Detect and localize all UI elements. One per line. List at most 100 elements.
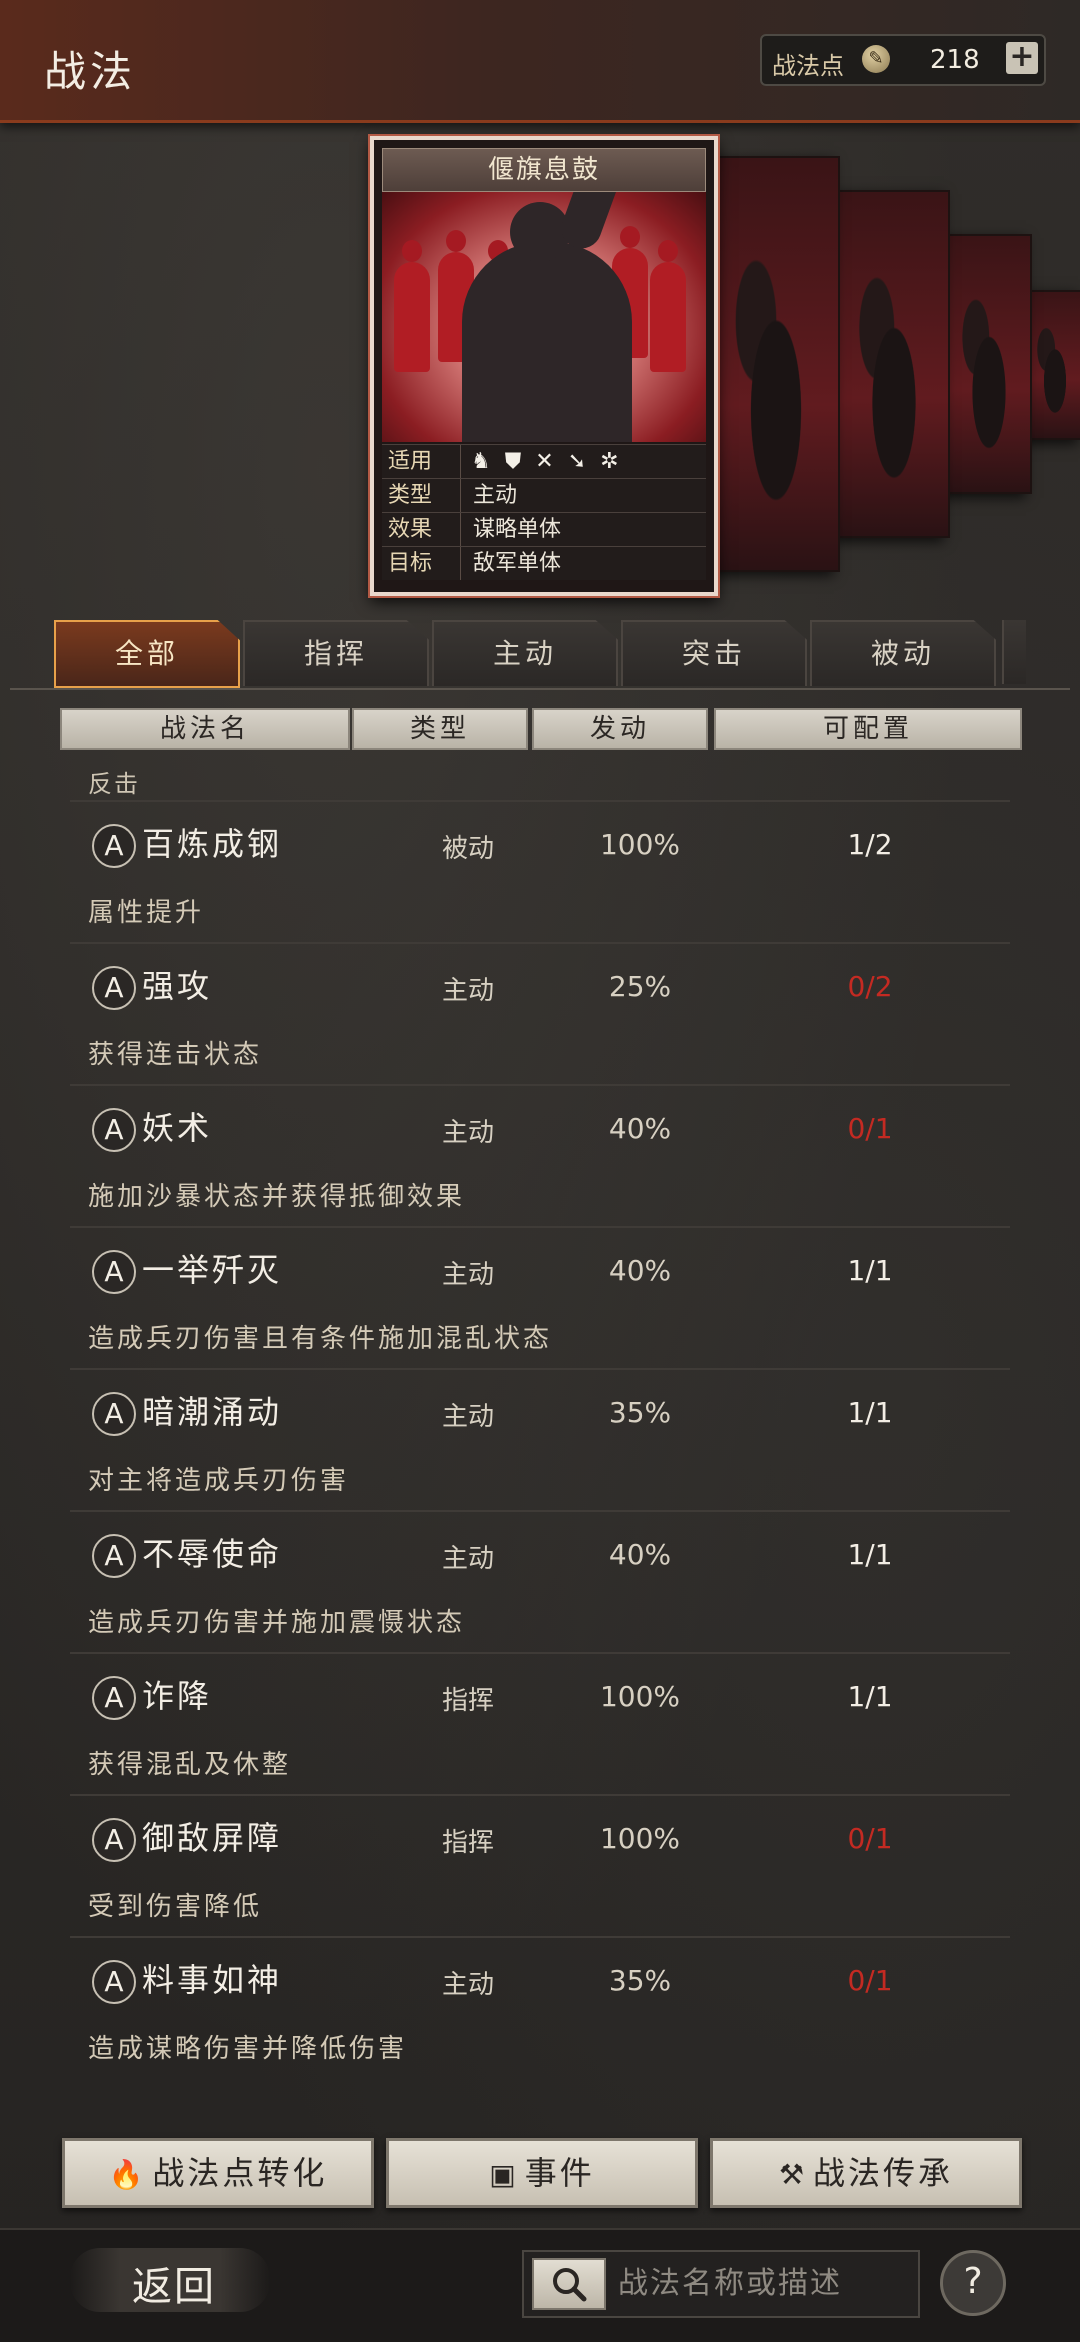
page-title: 战法 [44, 47, 137, 96]
header-bar: 战法 战法点 ✎ 218 + [0, 0, 1080, 123]
shield-icon: ⛊ [504, 449, 522, 474]
spear-icon: ➘ [567, 449, 587, 474]
button-label: 战法点转化 [152, 2154, 328, 2192]
button-label: 事件 [524, 2154, 595, 2192]
hammer-icon: ⚒ [778, 2158, 808, 2191]
tactic-type: 主动 [441, 1118, 494, 1148]
tactic-description: 施加沙暴状态并获得抵御效果 [88, 1182, 466, 1212]
tab-all[interactable]: 全部 [54, 620, 240, 688]
tactic-configurable: 1/1 [847, 1680, 893, 1713]
tactic-configurable: 0/1 [847, 1112, 893, 1145]
tactic-configurable: 0/2 [847, 970, 893, 1003]
tactic-description: 造成谋略伤害并降低伤害 [88, 2034, 408, 2064]
stat-key: 效果 [382, 513, 461, 546]
search-icon [553, 2268, 587, 2302]
tactic-name: 不辱使命 [142, 1535, 283, 1573]
tactic-configurable: 0/1 [847, 1822, 893, 1855]
tactic-name: 妖术 [142, 1109, 213, 1147]
list-item[interactable]: A 诈降 指挥 100% 1/1 获得混乱及休整 [70, 1652, 1010, 1794]
tactic-type: 主动 [441, 1544, 494, 1574]
stat-key: 适用 [382, 445, 461, 478]
tab-passive[interactable]: 被动 [810, 620, 996, 686]
tactic-description: 受到伤害降低 [88, 1892, 263, 1922]
tab-command[interactable]: 指挥 [243, 620, 429, 686]
tab-overflow[interactable] [1002, 620, 1026, 684]
tactic-description: 造成兵刃伤害并施加震慑状态 [88, 1608, 466, 1638]
list-item-description: 反击 [88, 770, 140, 798]
list-item[interactable]: A 料事如神 主动 35% 0/1 造成谋略伤害并降低伤害 [70, 1936, 1010, 2078]
column-header-name[interactable]: 战法名 [60, 708, 350, 750]
card-stats: 适用 ♞ ⛊ ✕ ➘ ✲ 类型 主动 效果 谋略单体 目标 敌军单体 [382, 444, 706, 580]
tactic-trigger-rate: 25% [608, 970, 672, 1003]
list-item[interactable]: A 百炼成钢 被动 100% 1/2 属性提升 [70, 800, 1010, 942]
list-item[interactable]: A 强攻 主动 25% 0/2 获得连击状态 [70, 942, 1010, 1084]
list-item[interactable]: A 不辱使命 主动 40% 1/1 造成兵刃伤害并施加震慑状态 [70, 1510, 1010, 1652]
selected-tactic-card[interactable]: 偃旗息鼓 适用 ♞ ⛊ ✕ ➘ ✲ 类型 主动 效果 谋略单体 目标 敌军单体 [370, 136, 718, 596]
tactic-trigger-rate: 40% [608, 1254, 672, 1287]
rank-badge: A [92, 1108, 136, 1152]
back-label[interactable]: 返回 [132, 2254, 216, 2312]
tactic-coin-icon: ✎ [862, 45, 890, 73]
rank-badge: A [92, 1392, 136, 1436]
card-back-2[interactable] [838, 190, 950, 538]
card-stat-target: 目标 敌军单体 [382, 546, 706, 580]
tactic-type: 主动 [441, 976, 494, 1006]
tactic-trigger-rate: 100% [599, 1680, 681, 1713]
flame-icon: 🔥 [108, 2158, 147, 2191]
rank-badge: A [92, 1250, 136, 1294]
tactic-trigger-rate: 40% [608, 1112, 672, 1145]
column-header-type[interactable]: 类型 [352, 708, 528, 750]
rank-badge: A [92, 1960, 136, 2004]
help-button[interactable]: ? [940, 2250, 1006, 2316]
list-item[interactable]: A 妖术 主动 40% 0/1 施加沙暴状态并获得抵御效果 [70, 1084, 1010, 1226]
tactic-description: 获得连击状态 [88, 1040, 263, 1070]
events-button[interactable]: ▣ 事件 [386, 2138, 698, 2208]
tab-assault[interactable]: 突击 [621, 620, 807, 686]
tactic-name: 御敌屏障 [142, 1819, 283, 1857]
tactic-trigger-rate: 35% [608, 1396, 672, 1429]
stat-value: 主动 [473, 483, 518, 508]
list-item[interactable]: A 暗潮涌动 主动 35% 1/1 对主将造成兵刃伤害 [70, 1368, 1010, 1510]
tactic-points-label: 战法点 [772, 52, 844, 80]
list-item[interactable]: A 御敌屏障 指挥 100% 0/1 受到伤害降低 [70, 1794, 1010, 1936]
convert-points-button[interactable]: 🔥 战法点转化 [62, 2138, 374, 2208]
rank-badge: A [92, 1818, 136, 1862]
tactic-description: 属性提升 [88, 898, 205, 928]
tactic-configurable: 1/2 [847, 828, 893, 861]
tactic-name: 强攻 [142, 967, 213, 1005]
tactic-points-box: 战法点 ✎ 218 + [760, 34, 1046, 86]
tactic-type: 主动 [441, 1260, 494, 1290]
tactic-description: 对主将造成兵刃伤害 [88, 1466, 350, 1496]
tactic-type: 主动 [441, 1970, 494, 2000]
card-stat-effect: 效果 谋略单体 [382, 512, 706, 546]
tactic-trigger-rate: 100% [599, 1822, 681, 1855]
column-header-configurable[interactable]: 可配置 [714, 708, 1022, 750]
column-header-trigger[interactable]: 发动 [532, 708, 708, 750]
applicable-units: ♞ ⛊ ✕ ➘ ✲ [461, 445, 706, 478]
stat-key: 目标 [382, 547, 461, 580]
tactic-name: 一举歼灭 [142, 1251, 283, 1289]
rank-badge: A [92, 1676, 136, 1720]
card-stat-type: 类型 主动 [382, 478, 706, 512]
tactic-configurable: 1/1 [847, 1538, 893, 1571]
tactics-list[interactable]: 反击 A 百炼成钢 被动 100% 1/2 属性提升 A 强攻 主动 25% 0/2 获得连击状态 A 妖… [70, 756, 1010, 2116]
scroll-icon: ▣ [489, 2158, 519, 2191]
tactic-type: 主动 [441, 1402, 494, 1432]
bow-icon: ✕ [535, 449, 554, 474]
list-item[interactable]: A 一举歼灭 主动 40% 1/1 造成兵刃伤害且有条件施加混乱状态 [70, 1226, 1010, 1368]
add-points-button[interactable]: + [1006, 42, 1038, 74]
tactic-type: 指挥 [441, 1828, 494, 1858]
card-back-1[interactable] [712, 156, 840, 572]
search-button[interactable] [532, 2258, 606, 2310]
tactic-name: 诈降 [142, 1677, 213, 1715]
card-name: 偃旗息鼓 [382, 148, 706, 192]
card-back-3[interactable] [946, 234, 1032, 494]
tab-active[interactable]: 主动 [432, 620, 618, 686]
rank-badge: A [92, 966, 136, 1010]
tactic-name: 暗潮涌动 [142, 1393, 283, 1431]
search-input[interactable] [616, 2260, 910, 2306]
card-back-4[interactable] [1026, 290, 1080, 440]
inherit-button[interactable]: ⚒ 战法传承 [710, 2138, 1022, 2208]
stat-key: 类型 [382, 479, 461, 512]
tactic-configurable: 1/1 [847, 1254, 893, 1287]
